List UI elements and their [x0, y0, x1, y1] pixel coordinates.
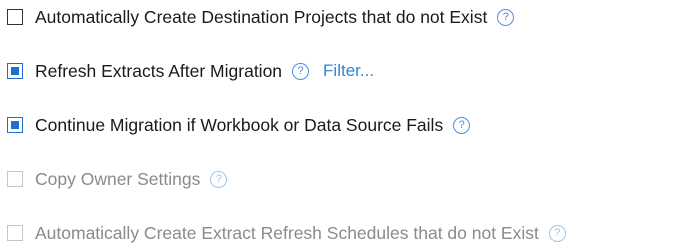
continue-migration-checkbox[interactable]: [7, 117, 23, 133]
migration-options-panel: Automatically Create Destination Project…: [0, 0, 695, 247]
copy-owner-settings-label: Copy Owner Settings: [35, 168, 201, 189]
option-refresh-extracts: Refresh Extracts After Migration ? Filte…: [0, 60, 374, 82]
create-destination-projects-label: Automatically Create Destination Project…: [35, 6, 488, 27]
filter-link[interactable]: Filter...: [323, 61, 374, 81]
create-refresh-schedules-checkbox[interactable]: [7, 225, 23, 241]
question-circle-icon[interactable]: ?: [210, 170, 228, 188]
refresh-extracts-checkbox[interactable]: [7, 63, 23, 79]
question-circle-icon[interactable]: ?: [548, 224, 566, 242]
question-circle-icon[interactable]: ?: [497, 8, 515, 26]
option-create-destination-projects: Automatically Create Destination Project…: [0, 6, 515, 28]
continue-migration-label: Continue Migration if Workbook or Data S…: [35, 114, 444, 135]
refresh-extracts-label: Refresh Extracts After Migration: [35, 60, 283, 81]
question-circle-icon[interactable]: ?: [292, 62, 310, 80]
create-refresh-schedules-label: Automatically Create Extract Refresh Sch…: [35, 222, 539, 243]
option-create-refresh-schedules: Automatically Create Extract Refresh Sch…: [0, 222, 566, 244]
create-destination-projects-checkbox[interactable]: [7, 9, 23, 25]
option-continue-migration: Continue Migration if Workbook or Data S…: [0, 114, 471, 136]
option-copy-owner-settings: Copy Owner Settings ?: [0, 168, 228, 190]
copy-owner-settings-checkbox[interactable]: [7, 171, 23, 187]
question-circle-icon[interactable]: ?: [453, 116, 471, 134]
